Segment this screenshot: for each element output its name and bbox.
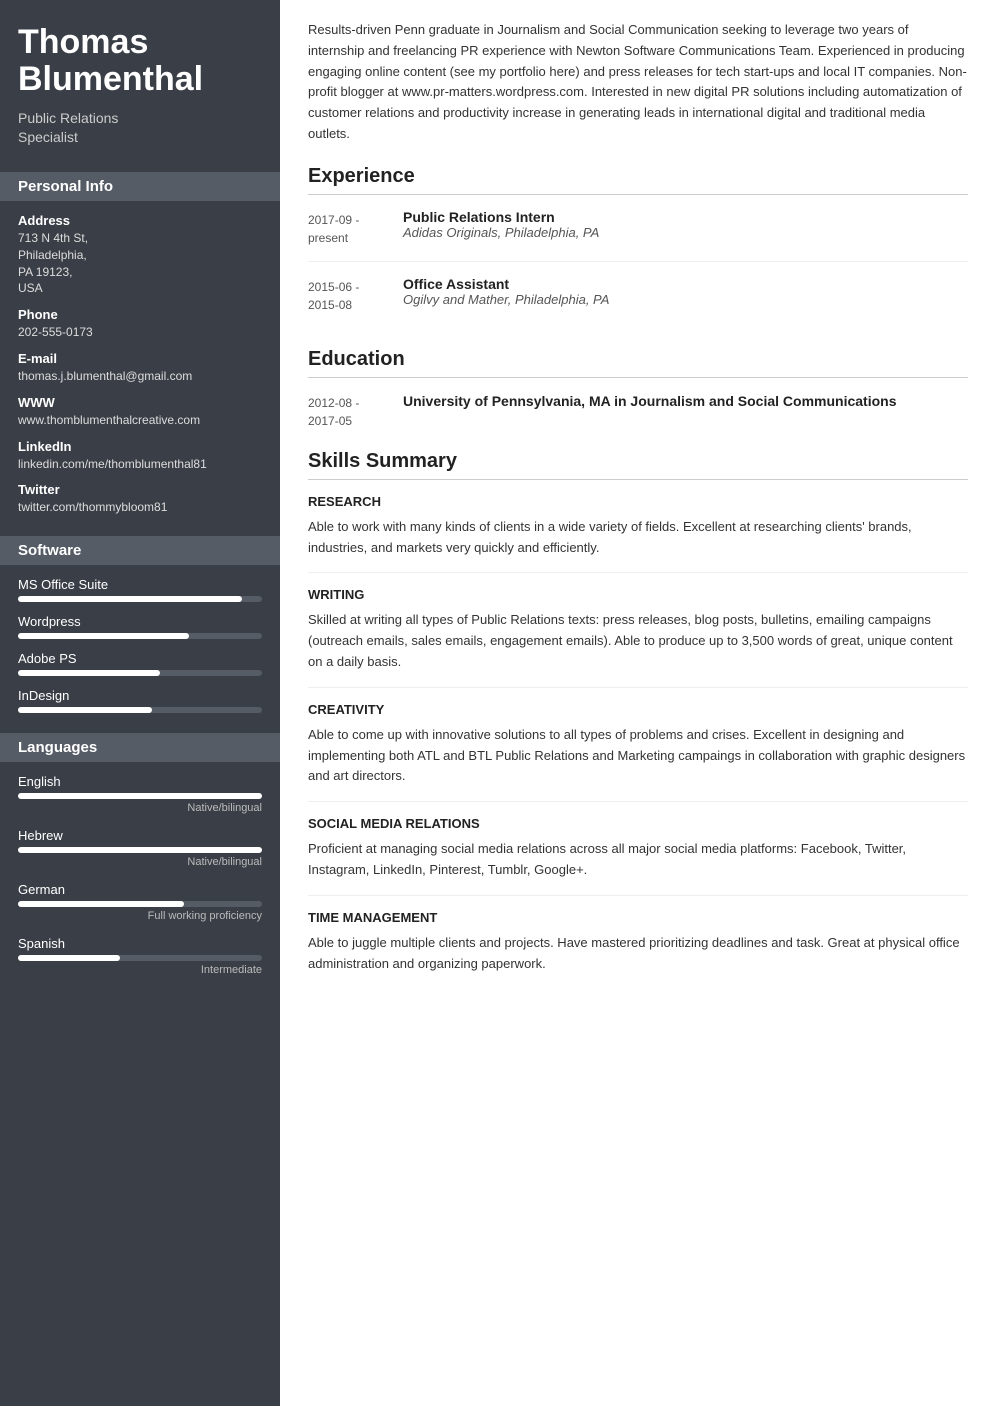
experience-section: Experience 2017-09 -present Public Relat…	[308, 165, 968, 328]
skill-description: Skilled at writing all types of Public R…	[308, 610, 968, 672]
address-value: 713 N 4th St,Philadelphia,PA 19123,USA	[18, 230, 262, 297]
candidate-title: Public RelationsSpecialist	[18, 109, 262, 148]
software-item: InDesign	[18, 688, 262, 713]
education-title: Education	[308, 348, 968, 378]
software-bar	[18, 670, 262, 676]
language-name: German	[18, 882, 262, 897]
skill-description: Proficient at managing social media rela…	[308, 839, 968, 881]
language-item: Spanish Intermediate	[18, 936, 262, 976]
skill-description: Able to come up with innovative solution…	[308, 725, 968, 787]
experience-list: 2017-09 -present Public Relations Intern…	[308, 209, 968, 328]
language-level: Full working proficiency	[18, 910, 262, 922]
candidate-name: ThomasBlumenthal	[18, 24, 262, 99]
skill-entry: RESEARCH Able to work with many kinds of…	[308, 494, 968, 574]
skill-description: Able to work with many kinds of clients …	[308, 517, 968, 559]
experience-detail: Office Assistant Ogilvy and Mather, Phil…	[403, 276, 968, 314]
experience-entry: 2015-06 -2015-08 Office Assistant Ogilvy…	[308, 276, 968, 328]
job-company: Ogilvy and Mather, Philadelphia, PA	[403, 292, 968, 307]
summary-text: Results-driven Penn graduate in Journali…	[308, 20, 968, 145]
software-bar	[18, 633, 262, 639]
education-degree: University of Pennsylvania, MA in Journa…	[403, 392, 968, 412]
skill-description: Able to juggle multiple clients and proj…	[308, 933, 968, 975]
language-name: Spanish	[18, 936, 262, 951]
linkedin-value: linkedin.com/me/thomblumenthal81	[18, 456, 262, 473]
personal-info-section-title: Personal Info	[0, 172, 280, 201]
skill-name: WRITING	[308, 587, 968, 602]
language-name: English	[18, 774, 262, 789]
skill-name: CREATIVITY	[308, 702, 968, 717]
experience-date: 2017-09 -present	[308, 209, 403, 247]
twitter-label: Twitter	[18, 482, 262, 497]
skill-entry: WRITING Skilled at writing all types of …	[308, 587, 968, 687]
language-item: English Native/bilingual	[18, 774, 262, 814]
education-section: Education 2012-08 -2017-05 University of…	[308, 348, 968, 430]
software-bar-fill	[18, 670, 160, 676]
www-label: WWW	[18, 395, 262, 410]
skill-entry: SOCIAL MEDIA RELATIONS Proficient at man…	[308, 816, 968, 896]
software-name: Wordpress	[18, 614, 262, 629]
software-bar-fill	[18, 707, 152, 713]
skill-entry: TIME MANAGEMENT Able to juggle multiple …	[308, 910, 968, 989]
software-item: MS Office Suite	[18, 577, 262, 602]
www-value: www.thomblumenthalcreative.com	[18, 412, 262, 429]
languages-section-title: Languages	[0, 733, 280, 762]
language-bar	[18, 793, 262, 799]
software-bar-fill	[18, 633, 189, 639]
skill-entry: CREATIVITY Able to come up with innovati…	[308, 702, 968, 802]
skill-name: RESEARCH	[308, 494, 968, 509]
software-name: Adobe PS	[18, 651, 262, 666]
software-bar-fill	[18, 596, 242, 602]
software-name: MS Office Suite	[18, 577, 262, 592]
address-label: Address	[18, 213, 262, 228]
language-level: Native/bilingual	[18, 856, 262, 868]
software-item: Adobe PS	[18, 651, 262, 676]
main-content: Results-driven Penn graduate in Journali…	[280, 0, 996, 1406]
job-company: Adidas Originals, Philadelphia, PA	[403, 225, 968, 240]
languages-list: English Native/bilingual Hebrew Native/b…	[18, 774, 262, 976]
twitter-value: twitter.com/thommybloom81	[18, 499, 262, 516]
job-title: Public Relations Intern	[403, 209, 968, 225]
software-section-title: Software	[0, 536, 280, 565]
resume-wrapper: ThomasBlumenthal Public RelationsSpecial…	[0, 0, 996, 1406]
language-bar-fill	[18, 901, 184, 907]
phone-value: 202-555-0173	[18, 324, 262, 341]
education-detail: University of Pennsylvania, MA in Journa…	[403, 392, 968, 430]
email-value: thomas.j.blumenthal@gmail.com	[18, 368, 262, 385]
language-item: Hebrew Native/bilingual	[18, 828, 262, 868]
software-name: InDesign	[18, 688, 262, 703]
skill-name: TIME MANAGEMENT	[308, 910, 968, 925]
language-bar	[18, 901, 262, 907]
language-bar	[18, 847, 262, 853]
education-entry: 2012-08 -2017-05 University of Pennsylva…	[308, 392, 968, 430]
software-list: MS Office Suite Wordpress Adobe PS InDes…	[18, 577, 262, 713]
skills-title: Skills Summary	[308, 450, 968, 480]
skills-list: RESEARCH Able to work with many kinds of…	[308, 494, 968, 989]
software-bar	[18, 596, 262, 602]
language-item: German Full working proficiency	[18, 882, 262, 922]
language-bar-fill	[18, 793, 262, 799]
job-title: Office Assistant	[403, 276, 968, 292]
experience-date: 2015-06 -2015-08	[308, 276, 403, 314]
language-name: Hebrew	[18, 828, 262, 843]
experience-title: Experience	[308, 165, 968, 195]
education-list: 2012-08 -2017-05 University of Pennsylva…	[308, 392, 968, 430]
email-label: E-mail	[18, 351, 262, 366]
experience-detail: Public Relations Intern Adidas Originals…	[403, 209, 968, 247]
software-bar	[18, 707, 262, 713]
software-item: Wordpress	[18, 614, 262, 639]
language-level: Native/bilingual	[18, 802, 262, 814]
language-bar-fill	[18, 955, 120, 961]
experience-entry: 2017-09 -present Public Relations Intern…	[308, 209, 968, 262]
language-bar-fill	[18, 847, 262, 853]
phone-label: Phone	[18, 307, 262, 322]
linkedin-label: LinkedIn	[18, 439, 262, 454]
language-bar	[18, 955, 262, 961]
education-date: 2012-08 -2017-05	[308, 392, 403, 430]
skill-name: SOCIAL MEDIA RELATIONS	[308, 816, 968, 831]
skills-section: Skills Summary RESEARCH Able to work wit…	[308, 450, 968, 989]
language-level: Intermediate	[18, 964, 262, 976]
sidebar: ThomasBlumenthal Public RelationsSpecial…	[0, 0, 280, 1406]
